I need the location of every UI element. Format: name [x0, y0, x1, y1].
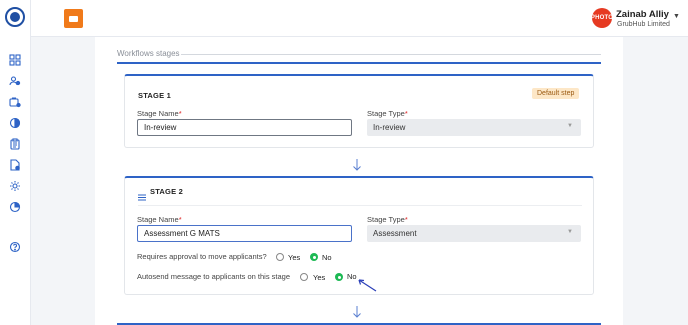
approval-no-label: No	[322, 253, 332, 262]
jobs-icon[interactable]	[9, 96, 21, 108]
chevron-down-icon[interactable]: ▼	[673, 13, 680, 20]
stage-name-input[interactable]: Assessment G MATS	[137, 225, 352, 242]
users-icon[interactable]	[9, 75, 21, 87]
drag-handle-icon[interactable]	[138, 188, 146, 201]
approval-no-radio[interactable]	[310, 253, 318, 261]
help-icon[interactable]	[9, 241, 21, 253]
stage-title: STAGE 1	[138, 91, 171, 100]
section-title: Workflows stages	[117, 49, 180, 58]
stage-type-label: Stage Type*	[367, 109, 408, 118]
stage-type-select[interactable]: Assessment ▼	[367, 225, 581, 242]
company-logo[interactable]	[64, 9, 83, 28]
autosend-no-radio[interactable]	[335, 273, 343, 281]
user-org: GrubHub Limited	[617, 21, 670, 28]
stage-type-select[interactable]: In-review ▼	[367, 119, 581, 136]
stage-type-label: Stage Type*	[367, 215, 408, 224]
default-step-badge: Default step	[532, 88, 580, 99]
stage-title: STAGE 2	[150, 187, 183, 196]
stage-card-1: STAGE 1 Default step Stage Name* In-revi…	[124, 74, 594, 148]
top-bar: PHOTO Zainab Alliy GrubHub Limited ▼	[31, 0, 688, 37]
app-logo-icon[interactable]	[5, 7, 25, 27]
approval-question: Requires approval to move applicants?	[137, 252, 267, 261]
workflow-content: Workflows stages STAGE 1 Default step St…	[95, 37, 623, 325]
approval-yes-radio[interactable]	[276, 253, 284, 261]
chevron-down-icon: ▼	[567, 123, 573, 129]
dashboard-icon[interactable]	[9, 54, 21, 66]
autosend-question: Autosend message to applicants on this s…	[137, 272, 291, 281]
file-user-icon[interactable]	[9, 159, 21, 171]
stage-name-label: Stage Name*	[137, 215, 182, 224]
sidebar	[0, 0, 31, 325]
pipeline-icon[interactable]	[9, 117, 21, 129]
avatar[interactable]: PHOTO	[591, 8, 613, 28]
stage-divider	[138, 205, 582, 206]
section-rule	[117, 62, 601, 64]
analytics-icon[interactable]	[9, 201, 21, 213]
pointer-arrow-icon	[356, 277, 378, 293]
stage-name-label: Stage Name*	[137, 109, 182, 118]
chevron-down-icon: ▼	[567, 229, 573, 235]
stage-type-value: In-review	[373, 123, 406, 132]
approval-yes-label: Yes	[288, 253, 301, 262]
stage-type-value: Assessment	[373, 229, 417, 238]
arrow-down-icon	[352, 158, 362, 171]
autosend-yes-radio[interactable]	[300, 273, 308, 281]
arrow-down-icon	[352, 305, 362, 318]
stage-name-input[interactable]: In-review	[137, 119, 352, 136]
user-name[interactable]: Zainab Alliy	[616, 9, 669, 20]
section-divider	[181, 54, 601, 55]
autosend-yes-label: Yes	[313, 273, 326, 282]
clipboard-icon[interactable]	[9, 138, 21, 150]
settings-icon[interactable]	[9, 180, 21, 192]
